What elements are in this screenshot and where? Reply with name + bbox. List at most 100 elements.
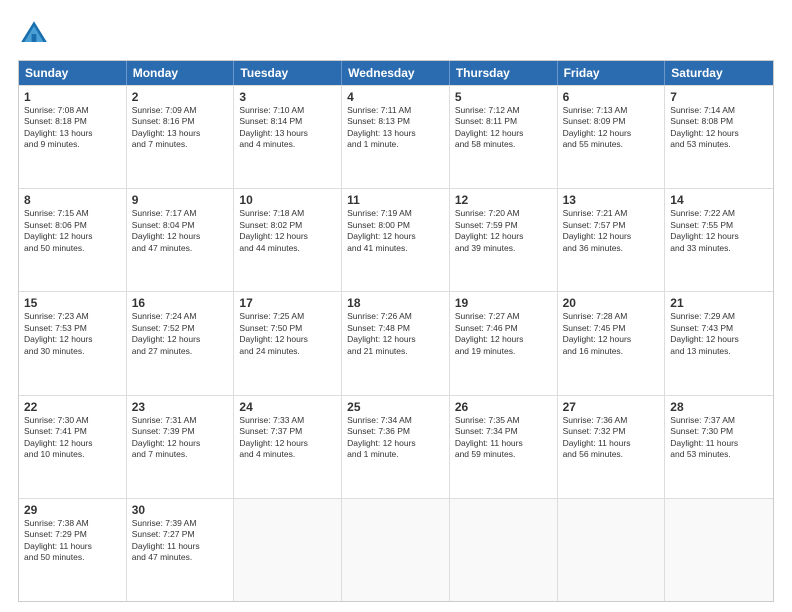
day-cell-28: 28Sunrise: 7:37 AM Sunset: 7:30 PM Dayli… bbox=[665, 396, 773, 498]
day-header-friday: Friday bbox=[558, 61, 666, 85]
day-info: Sunrise: 7:11 AM Sunset: 8:13 PM Dayligh… bbox=[347, 105, 444, 151]
day-number: 27 bbox=[563, 400, 660, 414]
day-info: Sunrise: 7:31 AM Sunset: 7:39 PM Dayligh… bbox=[132, 415, 229, 461]
day-cell-18: 18Sunrise: 7:26 AM Sunset: 7:48 PM Dayli… bbox=[342, 292, 450, 394]
day-info: Sunrise: 7:38 AM Sunset: 7:29 PM Dayligh… bbox=[24, 518, 121, 564]
day-info: Sunrise: 7:10 AM Sunset: 8:14 PM Dayligh… bbox=[239, 105, 336, 151]
day-cell-26: 26Sunrise: 7:35 AM Sunset: 7:34 PM Dayli… bbox=[450, 396, 558, 498]
day-info: Sunrise: 7:30 AM Sunset: 7:41 PM Dayligh… bbox=[24, 415, 121, 461]
day-header-tuesday: Tuesday bbox=[234, 61, 342, 85]
day-cell-24: 24Sunrise: 7:33 AM Sunset: 7:37 PM Dayli… bbox=[234, 396, 342, 498]
day-cell-empty bbox=[342, 499, 450, 601]
day-info: Sunrise: 7:34 AM Sunset: 7:36 PM Dayligh… bbox=[347, 415, 444, 461]
day-number: 6 bbox=[563, 90, 660, 104]
day-header-monday: Monday bbox=[127, 61, 235, 85]
logo-icon bbox=[18, 18, 50, 50]
day-info: Sunrise: 7:21 AM Sunset: 7:57 PM Dayligh… bbox=[563, 208, 660, 254]
day-info: Sunrise: 7:24 AM Sunset: 7:52 PM Dayligh… bbox=[132, 311, 229, 357]
day-number: 15 bbox=[24, 296, 121, 310]
day-number: 14 bbox=[670, 193, 768, 207]
day-cell-16: 16Sunrise: 7:24 AM Sunset: 7:52 PM Dayli… bbox=[127, 292, 235, 394]
day-cell-2: 2Sunrise: 7:09 AM Sunset: 8:16 PM Daylig… bbox=[127, 86, 235, 188]
week-row-5: 29Sunrise: 7:38 AM Sunset: 7:29 PM Dayli… bbox=[19, 498, 773, 601]
day-info: Sunrise: 7:36 AM Sunset: 7:32 PM Dayligh… bbox=[563, 415, 660, 461]
day-header-saturday: Saturday bbox=[665, 61, 773, 85]
day-cell-12: 12Sunrise: 7:20 AM Sunset: 7:59 PM Dayli… bbox=[450, 189, 558, 291]
day-cell-14: 14Sunrise: 7:22 AM Sunset: 7:55 PM Dayli… bbox=[665, 189, 773, 291]
day-cell-empty bbox=[450, 499, 558, 601]
day-cell-10: 10Sunrise: 7:18 AM Sunset: 8:02 PM Dayli… bbox=[234, 189, 342, 291]
day-number: 20 bbox=[563, 296, 660, 310]
day-info: Sunrise: 7:33 AM Sunset: 7:37 PM Dayligh… bbox=[239, 415, 336, 461]
day-header-wednesday: Wednesday bbox=[342, 61, 450, 85]
day-info: Sunrise: 7:35 AM Sunset: 7:34 PM Dayligh… bbox=[455, 415, 552, 461]
page: SundayMondayTuesdayWednesdayThursdayFrid… bbox=[0, 0, 792, 612]
week-row-4: 22Sunrise: 7:30 AM Sunset: 7:41 PM Dayli… bbox=[19, 395, 773, 498]
day-cell-empty bbox=[234, 499, 342, 601]
day-cell-7: 7Sunrise: 7:14 AM Sunset: 8:08 PM Daylig… bbox=[665, 86, 773, 188]
day-cell-27: 27Sunrise: 7:36 AM Sunset: 7:32 PM Dayli… bbox=[558, 396, 666, 498]
day-cell-20: 20Sunrise: 7:28 AM Sunset: 7:45 PM Dayli… bbox=[558, 292, 666, 394]
day-cell-23: 23Sunrise: 7:31 AM Sunset: 7:39 PM Dayli… bbox=[127, 396, 235, 498]
day-cell-3: 3Sunrise: 7:10 AM Sunset: 8:14 PM Daylig… bbox=[234, 86, 342, 188]
day-number: 4 bbox=[347, 90, 444, 104]
calendar: SundayMondayTuesdayWednesdayThursdayFrid… bbox=[18, 60, 774, 602]
day-cell-15: 15Sunrise: 7:23 AM Sunset: 7:53 PM Dayli… bbox=[19, 292, 127, 394]
day-number: 21 bbox=[670, 296, 768, 310]
day-number: 9 bbox=[132, 193, 229, 207]
day-number: 11 bbox=[347, 193, 444, 207]
day-cell-8: 8Sunrise: 7:15 AM Sunset: 8:06 PM Daylig… bbox=[19, 189, 127, 291]
day-info: Sunrise: 7:13 AM Sunset: 8:09 PM Dayligh… bbox=[563, 105, 660, 151]
day-cell-29: 29Sunrise: 7:38 AM Sunset: 7:29 PM Dayli… bbox=[19, 499, 127, 601]
day-cell-5: 5Sunrise: 7:12 AM Sunset: 8:11 PM Daylig… bbox=[450, 86, 558, 188]
day-cell-6: 6Sunrise: 7:13 AM Sunset: 8:09 PM Daylig… bbox=[558, 86, 666, 188]
day-number: 1 bbox=[24, 90, 121, 104]
day-number: 28 bbox=[670, 400, 768, 414]
day-cell-17: 17Sunrise: 7:25 AM Sunset: 7:50 PM Dayli… bbox=[234, 292, 342, 394]
day-number: 30 bbox=[132, 503, 229, 517]
day-header-sunday: Sunday bbox=[19, 61, 127, 85]
day-info: Sunrise: 7:23 AM Sunset: 7:53 PM Dayligh… bbox=[24, 311, 121, 357]
day-cell-4: 4Sunrise: 7:11 AM Sunset: 8:13 PM Daylig… bbox=[342, 86, 450, 188]
logo bbox=[18, 18, 54, 50]
day-number: 18 bbox=[347, 296, 444, 310]
calendar-header: SundayMondayTuesdayWednesdayThursdayFrid… bbox=[19, 61, 773, 85]
day-number: 12 bbox=[455, 193, 552, 207]
day-info: Sunrise: 7:25 AM Sunset: 7:50 PM Dayligh… bbox=[239, 311, 336, 357]
day-info: Sunrise: 7:19 AM Sunset: 8:00 PM Dayligh… bbox=[347, 208, 444, 254]
day-info: Sunrise: 7:15 AM Sunset: 8:06 PM Dayligh… bbox=[24, 208, 121, 254]
day-number: 29 bbox=[24, 503, 121, 517]
day-number: 22 bbox=[24, 400, 121, 414]
week-row-1: 1Sunrise: 7:08 AM Sunset: 8:18 PM Daylig… bbox=[19, 85, 773, 188]
calendar-body: 1Sunrise: 7:08 AM Sunset: 8:18 PM Daylig… bbox=[19, 85, 773, 601]
day-info: Sunrise: 7:17 AM Sunset: 8:04 PM Dayligh… bbox=[132, 208, 229, 254]
day-info: Sunrise: 7:12 AM Sunset: 8:11 PM Dayligh… bbox=[455, 105, 552, 151]
day-info: Sunrise: 7:37 AM Sunset: 7:30 PM Dayligh… bbox=[670, 415, 768, 461]
day-cell-21: 21Sunrise: 7:29 AM Sunset: 7:43 PM Dayli… bbox=[665, 292, 773, 394]
day-cell-1: 1Sunrise: 7:08 AM Sunset: 8:18 PM Daylig… bbox=[19, 86, 127, 188]
day-header-thursday: Thursday bbox=[450, 61, 558, 85]
header bbox=[18, 18, 774, 50]
day-number: 10 bbox=[239, 193, 336, 207]
week-row-3: 15Sunrise: 7:23 AM Sunset: 7:53 PM Dayli… bbox=[19, 291, 773, 394]
day-info: Sunrise: 7:27 AM Sunset: 7:46 PM Dayligh… bbox=[455, 311, 552, 357]
day-info: Sunrise: 7:09 AM Sunset: 8:16 PM Dayligh… bbox=[132, 105, 229, 151]
day-number: 16 bbox=[132, 296, 229, 310]
day-cell-9: 9Sunrise: 7:17 AM Sunset: 8:04 PM Daylig… bbox=[127, 189, 235, 291]
day-info: Sunrise: 7:14 AM Sunset: 8:08 PM Dayligh… bbox=[670, 105, 768, 151]
day-number: 19 bbox=[455, 296, 552, 310]
day-number: 5 bbox=[455, 90, 552, 104]
day-number: 3 bbox=[239, 90, 336, 104]
day-number: 23 bbox=[132, 400, 229, 414]
day-info: Sunrise: 7:29 AM Sunset: 7:43 PM Dayligh… bbox=[670, 311, 768, 357]
day-number: 26 bbox=[455, 400, 552, 414]
day-info: Sunrise: 7:39 AM Sunset: 7:27 PM Dayligh… bbox=[132, 518, 229, 564]
day-number: 7 bbox=[670, 90, 768, 104]
day-number: 25 bbox=[347, 400, 444, 414]
day-info: Sunrise: 7:20 AM Sunset: 7:59 PM Dayligh… bbox=[455, 208, 552, 254]
day-info: Sunrise: 7:18 AM Sunset: 8:02 PM Dayligh… bbox=[239, 208, 336, 254]
day-cell-13: 13Sunrise: 7:21 AM Sunset: 7:57 PM Dayli… bbox=[558, 189, 666, 291]
day-info: Sunrise: 7:26 AM Sunset: 7:48 PM Dayligh… bbox=[347, 311, 444, 357]
day-cell-30: 30Sunrise: 7:39 AM Sunset: 7:27 PM Dayli… bbox=[127, 499, 235, 601]
day-number: 24 bbox=[239, 400, 336, 414]
